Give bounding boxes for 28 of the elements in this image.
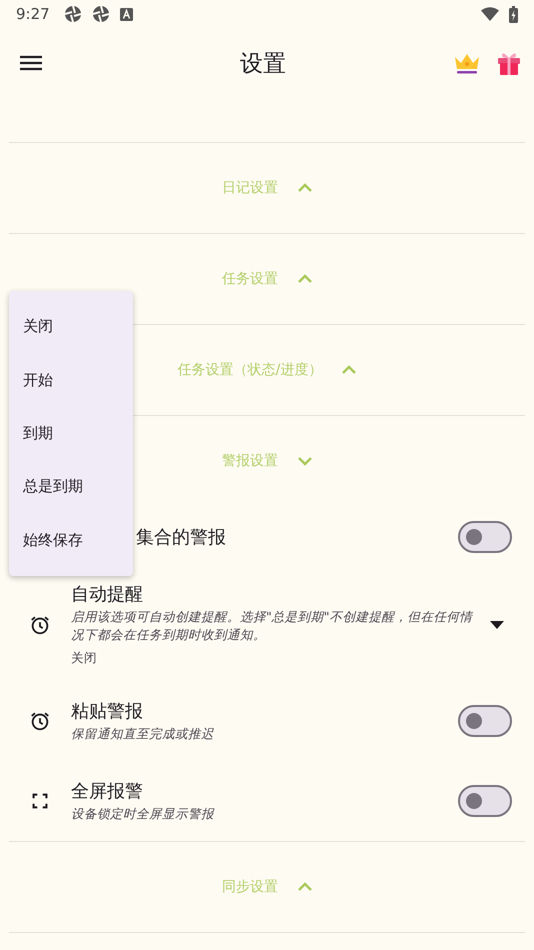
menu-option[interactable]: 关闭 [9, 300, 133, 354]
menu-icon[interactable] [20, 55, 42, 71]
setting-title: 粘贴警报 [71, 700, 144, 723]
setting-title: 集合的警报 [136, 526, 227, 549]
setting-title: 全屏报警 [71, 780, 144, 803]
setting-description: 设备锁定时全屏显示警报 [71, 805, 216, 823]
alarm-clock-icon [29, 614, 51, 636]
setting-description: 启用该选项可自动创建提醒。选择"总是到期"不创建提醒，但在任何情况下都会在任务到期时收到通知。 [71, 608, 474, 644]
menu-option[interactable]: 开始 [9, 353, 133, 407]
menu-option[interactable]: 总是到期 [9, 460, 133, 514]
setting-value: 关闭 [71, 650, 98, 667]
aperture-icon [92, 5, 110, 23]
battery-icon [509, 6, 518, 22]
toggle-switch[interactable] [458, 785, 512, 817]
keyboard-icon [120, 8, 133, 20]
toggle-switch[interactable] [458, 705, 512, 737]
alarm-clock-icon [29, 710, 51, 732]
crown-icon[interactable] [454, 52, 480, 74]
dropdown-arrow-icon[interactable] [490, 620, 504, 628]
menu-option[interactable]: 始终保存 [9, 514, 133, 567]
setting-description: 保留通知直至完成或推迟 [71, 725, 215, 743]
menu-option[interactable]: 到期 [9, 406, 133, 460]
aperture-icon [64, 5, 82, 23]
page-title: 设置 [239, 50, 287, 78]
status-time: 9:27 [16, 5, 50, 23]
wifi-icon [481, 7, 499, 21]
toggle-switch[interactable] [458, 521, 512, 553]
setting-title: 自动提醒 [71, 583, 144, 606]
